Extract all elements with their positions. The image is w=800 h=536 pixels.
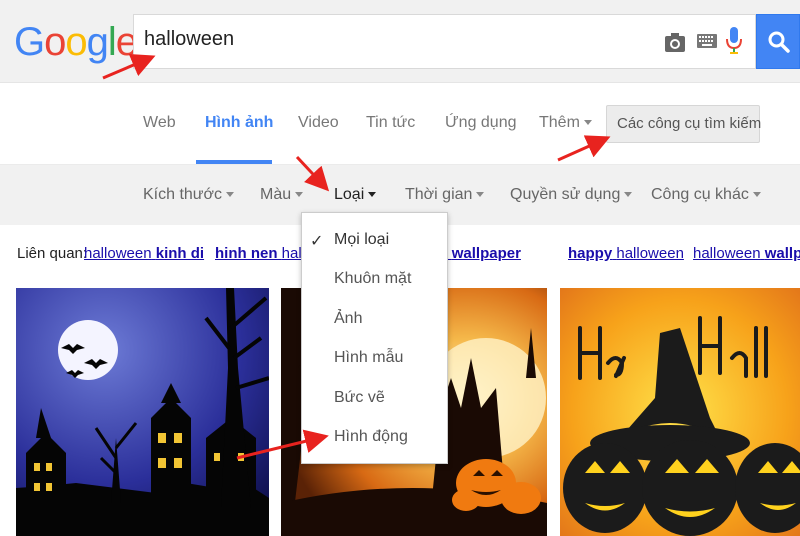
chevron-down-icon [226, 192, 235, 198]
halloween-haunted-house-image [16, 288, 269, 536]
tab-more-label: Thêm [539, 114, 580, 131]
google-logo[interactable]: Google [14, 18, 138, 66]
related-link-bold: wallpaper [764, 245, 800, 262]
google-images-results-page: Google halloween Web Hình ảnh Video Tin … [0, 0, 800, 536]
filter-more-tools[interactable]: Công cụ khác [651, 186, 761, 204]
related-link-text: halloween [616, 245, 684, 262]
related-label: Liên quan: [17, 245, 88, 262]
related-link-bold: happy [568, 245, 613, 262]
filter-usage-rights[interactable]: Quyền sử dụng [510, 186, 633, 204]
search-input[interactable]: halloween [144, 28, 234, 51]
chevron-down-icon [752, 192, 761, 198]
dropdown-item-photo[interactable]: Ảnh [334, 310, 362, 328]
dropdown-item-any-type[interactable]: Mọi loại [334, 231, 389, 249]
filter-type[interactable]: Loại [334, 186, 377, 204]
chevron-down-icon [368, 192, 377, 198]
filter-size[interactable]: Kích thước [143, 186, 235, 204]
search-tools-button[interactable]: Các công cụ tìm kiếm [606, 105, 761, 143]
camera-icon[interactable] [664, 29, 686, 55]
chevron-down-icon [476, 192, 485, 198]
filter-type-label: Loại [334, 186, 365, 203]
image-result[interactable] [560, 288, 800, 536]
related-link[interactable]: halloween wallpaper [693, 245, 800, 262]
dropdown-item-face[interactable]: Khuôn mặt [334, 270, 411, 288]
filter-usage-rights-label: Quyền sử dụng [510, 186, 621, 203]
tab-images[interactable]: Hình ảnh [205, 114, 273, 132]
search-button[interactable] [756, 14, 800, 69]
image-result[interactable] [16, 288, 269, 536]
related-link[interactable]: halloween kinh di [84, 245, 204, 262]
chevron-down-icon [624, 192, 633, 198]
search-header: Google halloween [0, 0, 800, 83]
tab-web[interactable]: Web [143, 114, 176, 132]
related-link-bold: hinh nen [215, 245, 278, 262]
search-icon [768, 31, 790, 53]
related-link[interactable]: happy halloween [568, 245, 684, 262]
happy-halloween-witch-hat-image [560, 288, 800, 536]
tab-news[interactable]: Tin tức [366, 114, 415, 132]
filter-more-tools-label: Công cụ khác [651, 186, 749, 203]
filter-color[interactable]: Màu [260, 186, 304, 204]
filter-size-label: Kích thước [143, 186, 223, 203]
tab-more[interactable]: Thêm [539, 114, 592, 132]
dropdown-item-clip-art[interactable]: Hình mẫu [334, 349, 403, 367]
related-link-text: halloween [84, 245, 152, 262]
search-type-tabs: Web Hình ảnh Video Tin tức Ứng dụng Thêm… [0, 84, 800, 165]
chevron-down-icon [295, 192, 304, 198]
tab-apps[interactable]: Ứng dụng [445, 114, 517, 132]
tab-video[interactable]: Video [298, 114, 339, 132]
keyboard-icon[interactable] [697, 33, 717, 49]
active-tab-indicator [196, 160, 272, 164]
related-link-bold: wallpaper [451, 245, 521, 262]
dropdown-item-animated[interactable]: Hình động [334, 428, 408, 446]
chevron-down-icon [583, 120, 592, 126]
related-link-bold: kinh di [155, 245, 205, 262]
type-filter-dropdown: ✓ Mọi loại Khuôn mặt Ảnh Hình mẫu Bức vẽ… [301, 212, 448, 464]
filter-time-label: Thời gian [405, 186, 473, 203]
checkmark-icon: ✓ [310, 233, 324, 250]
filter-time[interactable]: Thời gian [405, 186, 485, 204]
filter-color-label: Màu [260, 186, 292, 203]
related-link-text: halloween [693, 245, 761, 262]
dropdown-item-line-drawing[interactable]: Bức vẽ [334, 389, 385, 407]
search-box[interactable]: halloween [133, 14, 756, 69]
microphone-icon[interactable] [726, 27, 742, 55]
